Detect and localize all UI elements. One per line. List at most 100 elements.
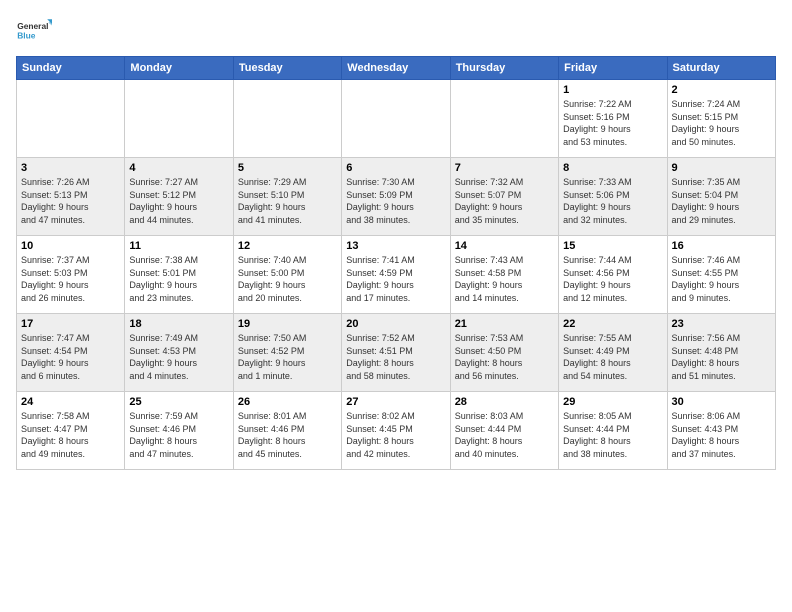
col-header-friday: Friday bbox=[559, 57, 667, 80]
day-info: Sunrise: 7:43 AM Sunset: 4:58 PM Dayligh… bbox=[455, 254, 554, 304]
day-number: 6 bbox=[346, 162, 445, 174]
day-info: Sunrise: 7:27 AM Sunset: 5:12 PM Dayligh… bbox=[129, 176, 228, 226]
calendar-cell: 14 Sunrise: 7:43 AM Sunset: 4:58 PM Dayli… bbox=[450, 236, 558, 314]
day-number: 12 bbox=[238, 240, 337, 252]
day-number: 21 bbox=[455, 318, 554, 330]
day-number: 8 bbox=[563, 162, 662, 174]
day-info: Sunrise: 7:30 AM Sunset: 5:09 PM Dayligh… bbox=[346, 176, 445, 226]
calendar-cell: 22 Sunrise: 7:55 AM Sunset: 4:49 PM Dayli… bbox=[559, 314, 667, 392]
calendar-cell bbox=[342, 80, 450, 158]
calendar-cell: 7Sunrise: 7:32 AM Sunset: 5:07 PM Daylig… bbox=[450, 158, 558, 236]
calendar-cell: 8 Sunrise: 7:33 AM Sunset: 5:06 PM Daylig… bbox=[559, 158, 667, 236]
calendar-cell bbox=[17, 80, 125, 158]
col-header-tuesday: Tuesday bbox=[233, 57, 341, 80]
day-info: Sunrise: 7:56 AM Sunset: 4:48 PM Dayligh… bbox=[672, 332, 771, 382]
day-number: 29 bbox=[563, 396, 662, 408]
day-number: 19 bbox=[238, 318, 337, 330]
day-info: Sunrise: 7:55 AM Sunset: 4:49 PM Dayligh… bbox=[563, 332, 662, 382]
logo: General Blue bbox=[16, 12, 52, 48]
day-info: Sunrise: 7:49 AM Sunset: 4:53 PM Dayligh… bbox=[129, 332, 228, 382]
svg-text:General: General bbox=[17, 21, 48, 31]
day-info: Sunrise: 7:24 AM Sunset: 5:15 PM Dayligh… bbox=[672, 98, 771, 148]
calendar-cell: 16 Sunrise: 7:46 AM Sunset: 4:55 PM Dayli… bbox=[667, 236, 775, 314]
day-info: Sunrise: 8:05 AM Sunset: 4:44 PM Dayligh… bbox=[563, 410, 662, 460]
day-number: 3 bbox=[21, 162, 120, 174]
calendar-cell: 28 Sunrise: 8:03 AM Sunset: 4:44 PM Dayli… bbox=[450, 392, 558, 470]
calendar-cell: 3 Sunrise: 7:26 AM Sunset: 5:13 PM Daylig… bbox=[17, 158, 125, 236]
day-number: 4 bbox=[129, 162, 228, 174]
day-info: Sunrise: 7:29 AM Sunset: 5:10 PM Dayligh… bbox=[238, 176, 337, 226]
day-info: Sunrise: 7:58 AM Sunset: 4:47 PM Dayligh… bbox=[21, 410, 120, 460]
day-info: Sunrise: 7:26 AM Sunset: 5:13 PM Dayligh… bbox=[21, 176, 120, 226]
day-number: 13 bbox=[346, 240, 445, 252]
calendar-cell: 2 Sunrise: 7:24 AM Sunset: 5:15 PM Daylig… bbox=[667, 80, 775, 158]
day-number: 25 bbox=[129, 396, 228, 408]
calendar-table: SundayMondayTuesdayWednesdayThursdayFrid… bbox=[16, 56, 776, 470]
calendar-cell: 13 Sunrise: 7:41 AM Sunset: 4:59 PM Dayli… bbox=[342, 236, 450, 314]
day-info: Sunrise: 7:35 AM Sunset: 5:04 PM Dayligh… bbox=[672, 176, 771, 226]
day-info: Sunrise: 8:06 AM Sunset: 4:43 PM Dayligh… bbox=[672, 410, 771, 460]
day-info: Sunrise: 8:01 AM Sunset: 4:46 PM Dayligh… bbox=[238, 410, 337, 460]
day-number: 1 bbox=[563, 84, 662, 96]
day-info: Sunrise: 7:52 AM Sunset: 4:51 PM Dayligh… bbox=[346, 332, 445, 382]
calendar-cell: 10 Sunrise: 7:37 AM Sunset: 5:03 PM Dayli… bbox=[17, 236, 125, 314]
day-number: 14 bbox=[455, 240, 554, 252]
day-info: Sunrise: 7:41 AM Sunset: 4:59 PM Dayligh… bbox=[346, 254, 445, 304]
day-number: 2 bbox=[672, 84, 771, 96]
calendar-cell: 11 Sunrise: 7:38 AM Sunset: 5:01 PM Dayli… bbox=[125, 236, 233, 314]
day-number: 9 bbox=[672, 162, 771, 174]
calendar-cell: 20 Sunrise: 7:52 AM Sunset: 4:51 PM Dayli… bbox=[342, 314, 450, 392]
day-info: Sunrise: 7:40 AM Sunset: 5:00 PM Dayligh… bbox=[238, 254, 337, 304]
day-info: Sunrise: 7:33 AM Sunset: 5:06 PM Dayligh… bbox=[563, 176, 662, 226]
day-info: Sunrise: 7:44 AM Sunset: 4:56 PM Dayligh… bbox=[563, 254, 662, 304]
logo-icon: General Blue bbox=[16, 12, 52, 48]
day-number: 18 bbox=[129, 318, 228, 330]
day-number: 28 bbox=[455, 396, 554, 408]
day-info: Sunrise: 8:03 AM Sunset: 4:44 PM Dayligh… bbox=[455, 410, 554, 460]
day-number: 17 bbox=[21, 318, 120, 330]
calendar-cell: 29 Sunrise: 8:05 AM Sunset: 4:44 PM Dayli… bbox=[559, 392, 667, 470]
calendar-cell: 19 Sunrise: 7:50 AM Sunset: 4:52 PM Dayli… bbox=[233, 314, 341, 392]
calendar-cell: 17 Sunrise: 7:47 AM Sunset: 4:54 PM Dayli… bbox=[17, 314, 125, 392]
calendar-cell: 21 Sunrise: 7:53 AM Sunset: 4:50 PM Dayli… bbox=[450, 314, 558, 392]
calendar-cell: 26Sunrise: 8:01 AM Sunset: 4:46 PM Dayli… bbox=[233, 392, 341, 470]
day-number: 30 bbox=[672, 396, 771, 408]
day-number: 16 bbox=[672, 240, 771, 252]
day-info: Sunrise: 7:46 AM Sunset: 4:55 PM Dayligh… bbox=[672, 254, 771, 304]
day-number: 5 bbox=[238, 162, 337, 174]
calendar-cell: 6 Sunrise: 7:30 AM Sunset: 5:09 PM Daylig… bbox=[342, 158, 450, 236]
calendar-cell: 12 Sunrise: 7:40 AM Sunset: 5:00 PM Dayli… bbox=[233, 236, 341, 314]
col-header-saturday: Saturday bbox=[667, 57, 775, 80]
day-number: 23 bbox=[672, 318, 771, 330]
day-number: 27 bbox=[346, 396, 445, 408]
day-number: 20 bbox=[346, 318, 445, 330]
calendar-cell bbox=[125, 80, 233, 158]
day-info: Sunrise: 7:22 AM Sunset: 5:16 PM Dayligh… bbox=[563, 98, 662, 148]
day-info: Sunrise: 7:53 AM Sunset: 4:50 PM Dayligh… bbox=[455, 332, 554, 382]
calendar-cell: 27 Sunrise: 8:02 AM Sunset: 4:45 PM Dayli… bbox=[342, 392, 450, 470]
calendar-cell: 15Sunrise: 7:44 AM Sunset: 4:56 PM Dayli… bbox=[559, 236, 667, 314]
day-number: 24 bbox=[21, 396, 120, 408]
calendar-cell: 23 Sunrise: 7:56 AM Sunset: 4:48 PM Dayli… bbox=[667, 314, 775, 392]
col-header-sunday: Sunday bbox=[17, 57, 125, 80]
calendar-cell: 18 Sunrise: 7:49 AM Sunset: 4:53 PM Dayli… bbox=[125, 314, 233, 392]
day-number: 11 bbox=[129, 240, 228, 252]
day-info: Sunrise: 8:02 AM Sunset: 4:45 PM Dayligh… bbox=[346, 410, 445, 460]
day-number: 22 bbox=[563, 318, 662, 330]
calendar-cell: 5 Sunrise: 7:29 AM Sunset: 5:10 PM Daylig… bbox=[233, 158, 341, 236]
day-info: Sunrise: 7:47 AM Sunset: 4:54 PM Dayligh… bbox=[21, 332, 120, 382]
day-info: Sunrise: 7:37 AM Sunset: 5:03 PM Dayligh… bbox=[21, 254, 120, 304]
calendar-cell: 25Sunrise: 7:59 AM Sunset: 4:46 PM Dayli… bbox=[125, 392, 233, 470]
col-header-monday: Monday bbox=[125, 57, 233, 80]
calendar-cell: 24 Sunrise: 7:58 AM Sunset: 4:47 PM Dayli… bbox=[17, 392, 125, 470]
calendar-cell: 30 Sunrise: 8:06 AM Sunset: 4:43 PM Dayli… bbox=[667, 392, 775, 470]
day-info: Sunrise: 7:50 AM Sunset: 4:52 PM Dayligh… bbox=[238, 332, 337, 382]
calendar-cell: 4 Sunrise: 7:27 AM Sunset: 5:12 PM Daylig… bbox=[125, 158, 233, 236]
calendar-cell: 9 Sunrise: 7:35 AM Sunset: 5:04 PM Daylig… bbox=[667, 158, 775, 236]
calendar-cell bbox=[450, 80, 558, 158]
calendar-cell: 1 Sunrise: 7:22 AM Sunset: 5:16 PM Daylig… bbox=[559, 80, 667, 158]
day-number: 10 bbox=[21, 240, 120, 252]
svg-text:Blue: Blue bbox=[17, 30, 36, 40]
col-header-thursday: Thursday bbox=[450, 57, 558, 80]
day-info: Sunrise: 7:38 AM Sunset: 5:01 PM Dayligh… bbox=[129, 254, 228, 304]
